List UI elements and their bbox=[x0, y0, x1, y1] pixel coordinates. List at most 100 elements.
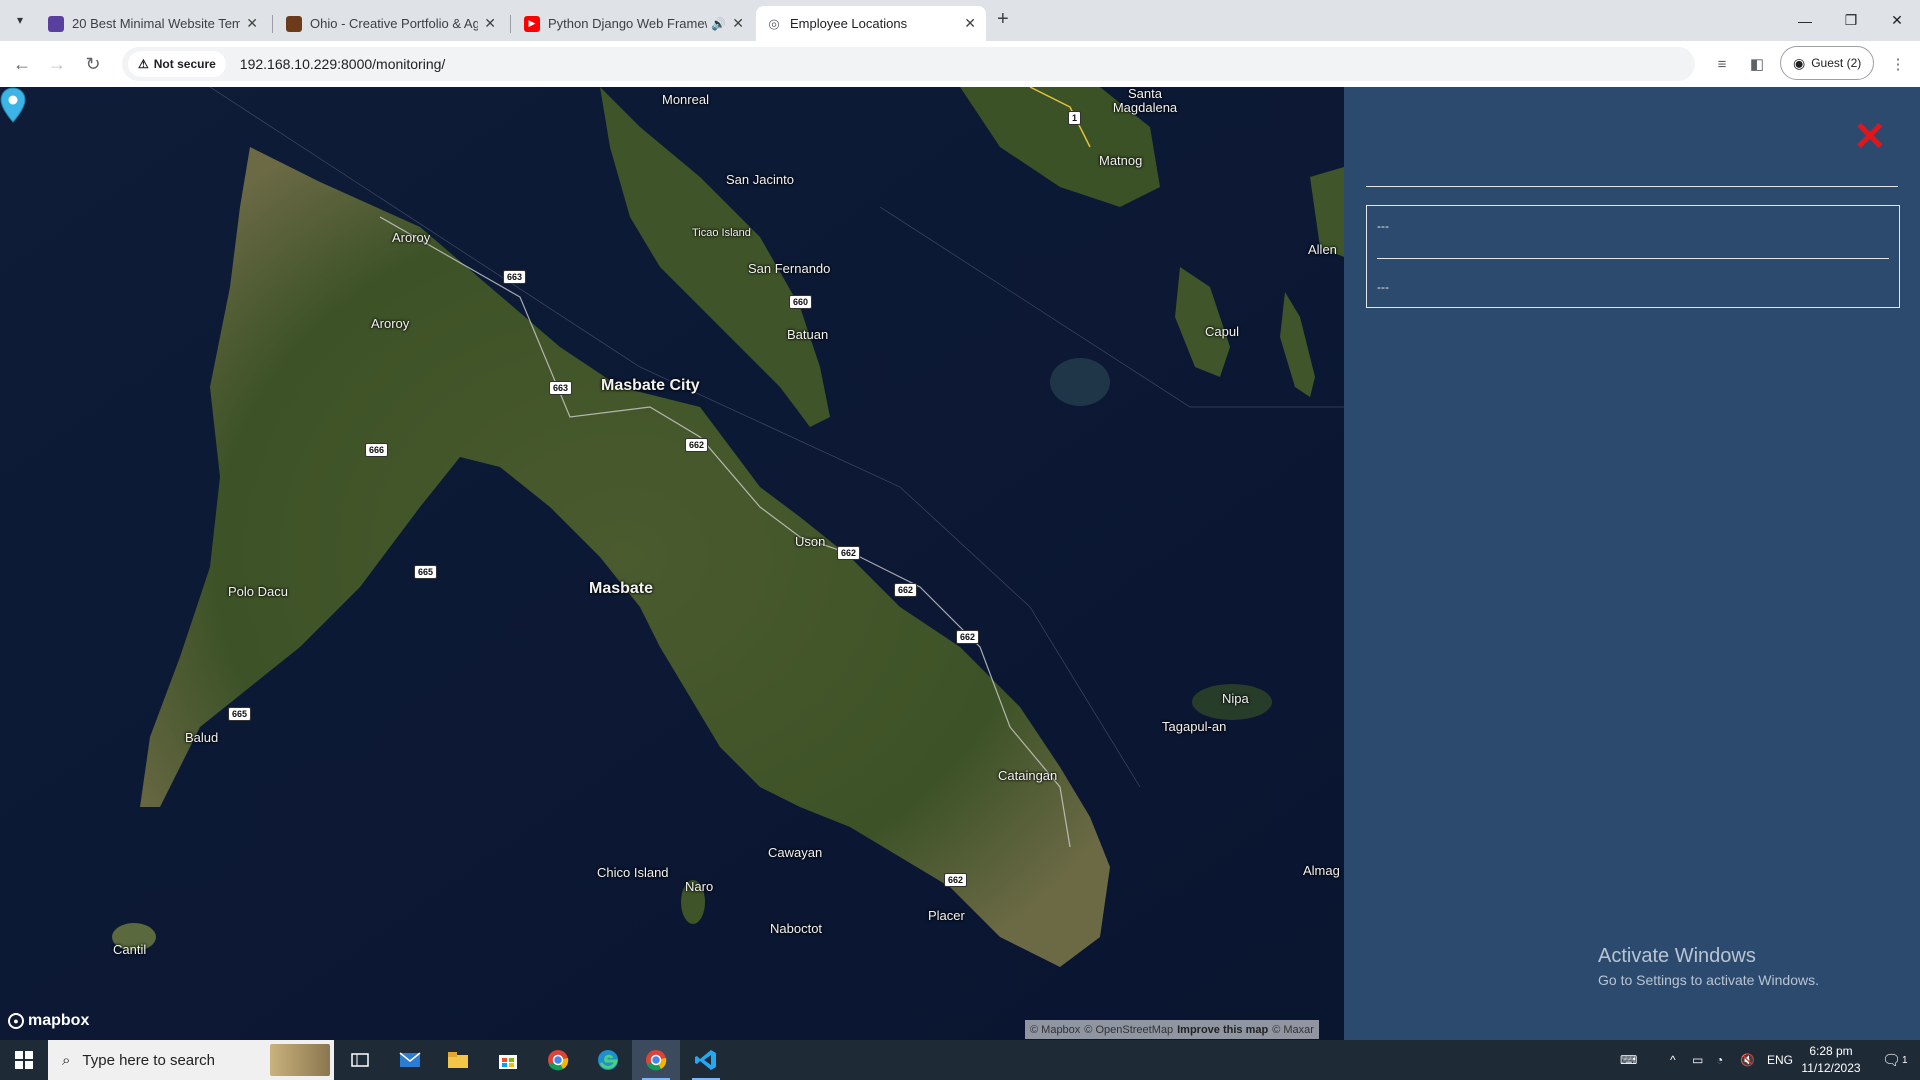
network-icon[interactable]: ◔ bbox=[1716, 1040, 1723, 1080]
vscode-icon[interactable] bbox=[682, 1040, 730, 1080]
taskbar-search[interactable]: ⌕ Type here to search bbox=[48, 1040, 334, 1080]
place-label: San Jacinto bbox=[726, 172, 794, 187]
road-shield: 665 bbox=[228, 707, 252, 721]
close-tab-icon[interactable]: ✕ bbox=[246, 15, 258, 32]
edge-icon[interactable] bbox=[584, 1040, 632, 1080]
employee-info-box: --- --- bbox=[1366, 205, 1900, 308]
map-view[interactable]: Monreal Santa Magdalena Matnog San Jacin… bbox=[0, 87, 1344, 1040]
place-label: Aroroy bbox=[392, 230, 431, 245]
tab-title: Ohio - Creative Portfolio & Age bbox=[310, 16, 479, 31]
place-label: Tagapul-an bbox=[1162, 719, 1227, 734]
attribution-mapbox-link[interactable]: © Mapbox bbox=[1030, 1024, 1080, 1036]
close-window-icon[interactable]: ✕ bbox=[1874, 0, 1920, 41]
place-label: Nipa bbox=[1222, 691, 1249, 706]
task-view-icon[interactable] bbox=[336, 1040, 384, 1080]
place-label: Almag bbox=[1303, 863, 1340, 878]
more-menu-icon[interactable]: ⋮ bbox=[1886, 52, 1910, 76]
security-chip[interactable]: ⚠ Not secure bbox=[128, 51, 226, 77]
place-label: Allen bbox=[1308, 242, 1337, 257]
mapbox-logo-text: mapbox bbox=[28, 1012, 90, 1029]
media-control-icon[interactable]: ≡ bbox=[1710, 52, 1734, 76]
minimize-icon[interactable]: — bbox=[1782, 0, 1828, 41]
restore-icon[interactable]: ❐ bbox=[1828, 0, 1874, 41]
forward-icon[interactable]: → bbox=[45, 52, 69, 76]
mapbox-logo[interactable]: ● mapbox bbox=[8, 1012, 89, 1030]
chrome-active-icon[interactable] bbox=[632, 1040, 680, 1080]
place-label: Aroroy bbox=[371, 316, 410, 331]
speaker-icon[interactable]: 🔊 bbox=[711, 17, 726, 31]
employee-info-panel: ✕ --- --- Activate Windows Go to Setting… bbox=[1344, 87, 1920, 1040]
tab-ohio-portfolio[interactable]: Ohio - Creative Portfolio & Age ✕ bbox=[276, 6, 506, 41]
tab-employee-locations[interactable]: ◎ Employee Locations ✕ bbox=[756, 6, 986, 41]
place-label: Santa Magdalena bbox=[1112, 87, 1178, 115]
attribution-maxar-link[interactable]: © Maxar bbox=[1272, 1024, 1314, 1036]
windows-activation-watermark: Activate Windows Go to Settings to activ… bbox=[1598, 945, 1819, 988]
place-label: Placer bbox=[928, 908, 965, 923]
improve-map-link[interactable]: Improve this map bbox=[1177, 1024, 1268, 1036]
show-hidden-icons-icon[interactable]: ^ bbox=[1670, 1040, 1676, 1080]
close-tab-icon[interactable]: ✕ bbox=[964, 15, 976, 32]
tab-title: 20 Best Minimal Website Templ bbox=[72, 16, 241, 31]
notifications-icon[interactable]: 🗨 1 bbox=[1882, 1040, 1908, 1080]
back-icon[interactable]: ← bbox=[10, 52, 34, 76]
search-highlight-image bbox=[270, 1044, 330, 1076]
notification-count: 1 bbox=[1902, 1054, 1908, 1066]
road-shield: 662 bbox=[685, 438, 709, 452]
place-label: Matnog bbox=[1099, 153, 1143, 168]
volume-muted-icon[interactable]: 🔇 bbox=[1740, 1040, 1755, 1080]
file-explorer-icon[interactable] bbox=[434, 1040, 482, 1080]
browser-toolbar: ← → ↻ ⚠ Not secure 192.168.10.229:8000/m… bbox=[0, 41, 1920, 88]
place-label: Cawayan bbox=[768, 845, 823, 860]
windows-taskbar: ⌕ Type here to search ⌨ ^ ▭ ◔ 🔇 ENG 6:28… bbox=[0, 1040, 1920, 1080]
language-indicator[interactable]: ENG bbox=[1767, 1040, 1793, 1080]
tab-title: Employee Locations bbox=[790, 16, 908, 31]
tab-minimal-templates[interactable]: 20 Best Minimal Website Templ ✕ bbox=[38, 6, 268, 41]
place-label: Batuan bbox=[787, 327, 829, 342]
tab-django-youtube[interactable]: ▶ Python Django Web Framew 🔊 ✕ bbox=[514, 6, 754, 41]
profile-button[interactable]: ◉ Guest (2) bbox=[1780, 46, 1875, 80]
place-label: Naboctot bbox=[770, 921, 823, 936]
place-label: Ticao Island bbox=[692, 227, 751, 239]
satellite-imagery bbox=[0, 87, 1344, 1040]
keyboard-icon[interactable]: ⌨ bbox=[1620, 1040, 1637, 1080]
place-label: Naro bbox=[685, 879, 714, 894]
new-tab-icon[interactable]: + bbox=[997, 8, 1009, 31]
road-shield: 660 bbox=[789, 295, 813, 309]
watermark-title: Activate Windows bbox=[1598, 945, 1756, 967]
watermark-subtitle: Go to Settings to activate Windows. bbox=[1598, 972, 1819, 988]
taskbar-clock[interactable]: 6:28 pm 11/12/2023 bbox=[1800, 1043, 1862, 1077]
mail-icon[interactable] bbox=[386, 1040, 434, 1080]
place-label: Uson bbox=[795, 534, 826, 549]
place-label: Balud bbox=[185, 730, 219, 745]
url-text[interactable]: 192.168.10.229:8000/monitoring/ bbox=[240, 56, 446, 72]
attribution-osm-link[interactable]: © OpenStreetMap bbox=[1084, 1024, 1173, 1036]
chrome-icon[interactable] bbox=[534, 1040, 582, 1080]
road-shield: 1 bbox=[1068, 111, 1082, 125]
map-attribution: © Mapbox © OpenStreetMap Improve this ma… bbox=[1025, 1020, 1319, 1039]
close-panel-button[interactable]: ✕ bbox=[1853, 117, 1887, 157]
place-label: Masbate City bbox=[601, 377, 700, 394]
windows-logo-icon bbox=[15, 1051, 33, 1069]
place-label: Polo Dacu bbox=[228, 584, 288, 599]
tab-search-icon[interactable]: ▾ bbox=[9, 9, 31, 31]
tab-divider bbox=[272, 15, 273, 33]
close-tab-icon[interactable]: ✕ bbox=[484, 15, 496, 32]
store-icon[interactable] bbox=[484, 1040, 532, 1080]
clock-time: 6:28 pm bbox=[1809, 1044, 1853, 1058]
reload-icon[interactable]: ↻ bbox=[81, 52, 105, 76]
tab-title: Python Django Web Framew bbox=[548, 16, 708, 31]
place-label: Monreal bbox=[662, 92, 709, 107]
employee-info-line-2: --- bbox=[1377, 280, 1389, 294]
road-shield: 663 bbox=[549, 381, 573, 395]
employee-location-marker-icon[interactable] bbox=[0, 87, 26, 123]
close-tab-icon[interactable]: ✕ bbox=[732, 15, 744, 32]
search-placeholder: Type here to search bbox=[82, 1051, 215, 1069]
road-shield: 662 bbox=[956, 630, 980, 644]
start-button[interactable] bbox=[0, 1040, 48, 1080]
road-shield: 666 bbox=[365, 443, 389, 457]
device-icon[interactable]: ▭ bbox=[1692, 1040, 1703, 1080]
road-shield: 662 bbox=[837, 546, 861, 560]
address-bar[interactable]: ⚠ Not secure 192.168.10.229:8000/monitor… bbox=[122, 47, 1695, 81]
road-shield: 663 bbox=[503, 270, 527, 284]
side-panel-icon[interactable]: ◧ bbox=[1745, 52, 1769, 76]
